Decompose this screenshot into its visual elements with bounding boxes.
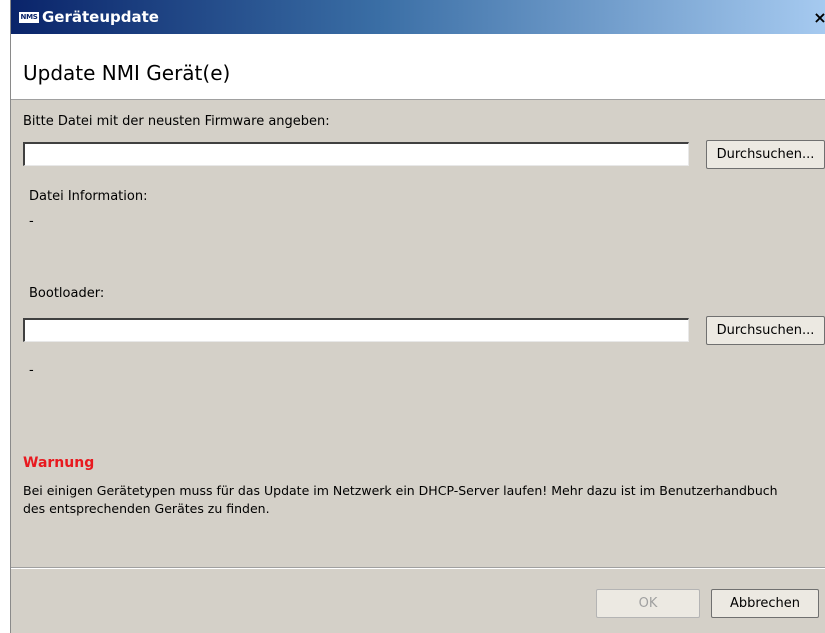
ok-button[interactable]: OK (596, 589, 700, 618)
bootloader-browse-button[interactable]: Durchsuchen... (706, 316, 825, 345)
close-button[interactable]: × (812, 9, 825, 27)
bootloader-label: Bootloader: (29, 286, 105, 301)
footer-divider (11, 567, 825, 569)
title-bar[interactable]: NMS Geräteupdate × (11, 0, 825, 34)
page-title: Update NMI Gerät(e) (23, 61, 231, 85)
warning-title: Warnung (23, 455, 95, 471)
bootloader-file-input[interactable] (23, 318, 689, 342)
window-title: Geräteupdate (42, 8, 159, 26)
update-dialog: NMS Geräteupdate × Update NMI Gerät(e) B… (10, 0, 825, 633)
warning-message: Bei einigen Gerätetypen muss für das Upd… (23, 483, 778, 516)
file-info-value: - (29, 214, 34, 229)
file-info-label: Datei Information: (29, 189, 148, 204)
firmware-file-label: Bitte Datei mit der neusten Firmware ang… (23, 114, 330, 129)
app-logo-icon: NMS (19, 12, 39, 23)
dialog-header: Update NMI Gerät(e) (11, 34, 825, 100)
firmware-file-input[interactable] (23, 142, 689, 166)
bootloader-info-value: - (29, 363, 34, 378)
firmware-browse-button[interactable]: Durchsuchen... (706, 140, 825, 169)
cancel-button[interactable]: Abbrechen (711, 589, 819, 618)
